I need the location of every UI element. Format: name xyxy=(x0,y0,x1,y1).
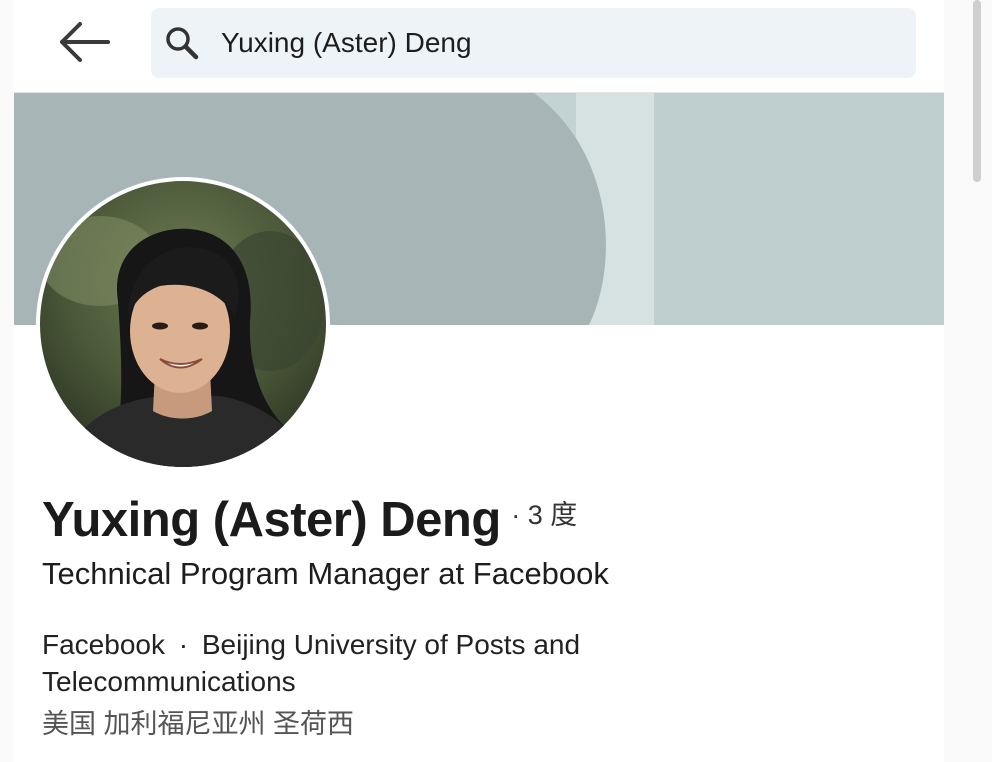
avatar[interactable] xyxy=(36,177,330,471)
name-line: Yuxing (Aster) Deng · 3 度 xyxy=(42,492,577,548)
meta-separator: · xyxy=(178,629,189,660)
arrow-left-icon xyxy=(60,22,110,62)
search-icon xyxy=(166,27,199,60)
profile-headline: Technical Program Manager at Facebook xyxy=(42,556,609,591)
top-bar: Yuxing (Aster) Deng xyxy=(14,0,944,93)
profile-meta: Facebook · Beijing University of Posts a… xyxy=(42,626,722,700)
profile-location: 美国 加利福尼亚州 圣荷西 xyxy=(42,709,355,739)
back-button[interactable] xyxy=(58,18,114,66)
connection-degree: · 3 度 xyxy=(511,500,578,530)
search-input[interactable]: Yuxing (Aster) Deng xyxy=(151,8,916,78)
profile-name: Yuxing (Aster) Deng xyxy=(42,493,501,547)
search-query: Yuxing (Aster) Deng xyxy=(221,27,472,58)
scrollbar[interactable] xyxy=(973,0,981,182)
profile-screen: Yuxing (Aster) Deng Yuxing (Aster) Deng … xyxy=(0,0,992,762)
avatar-photo xyxy=(40,181,326,467)
company-link[interactable]: Facebook xyxy=(42,629,165,660)
